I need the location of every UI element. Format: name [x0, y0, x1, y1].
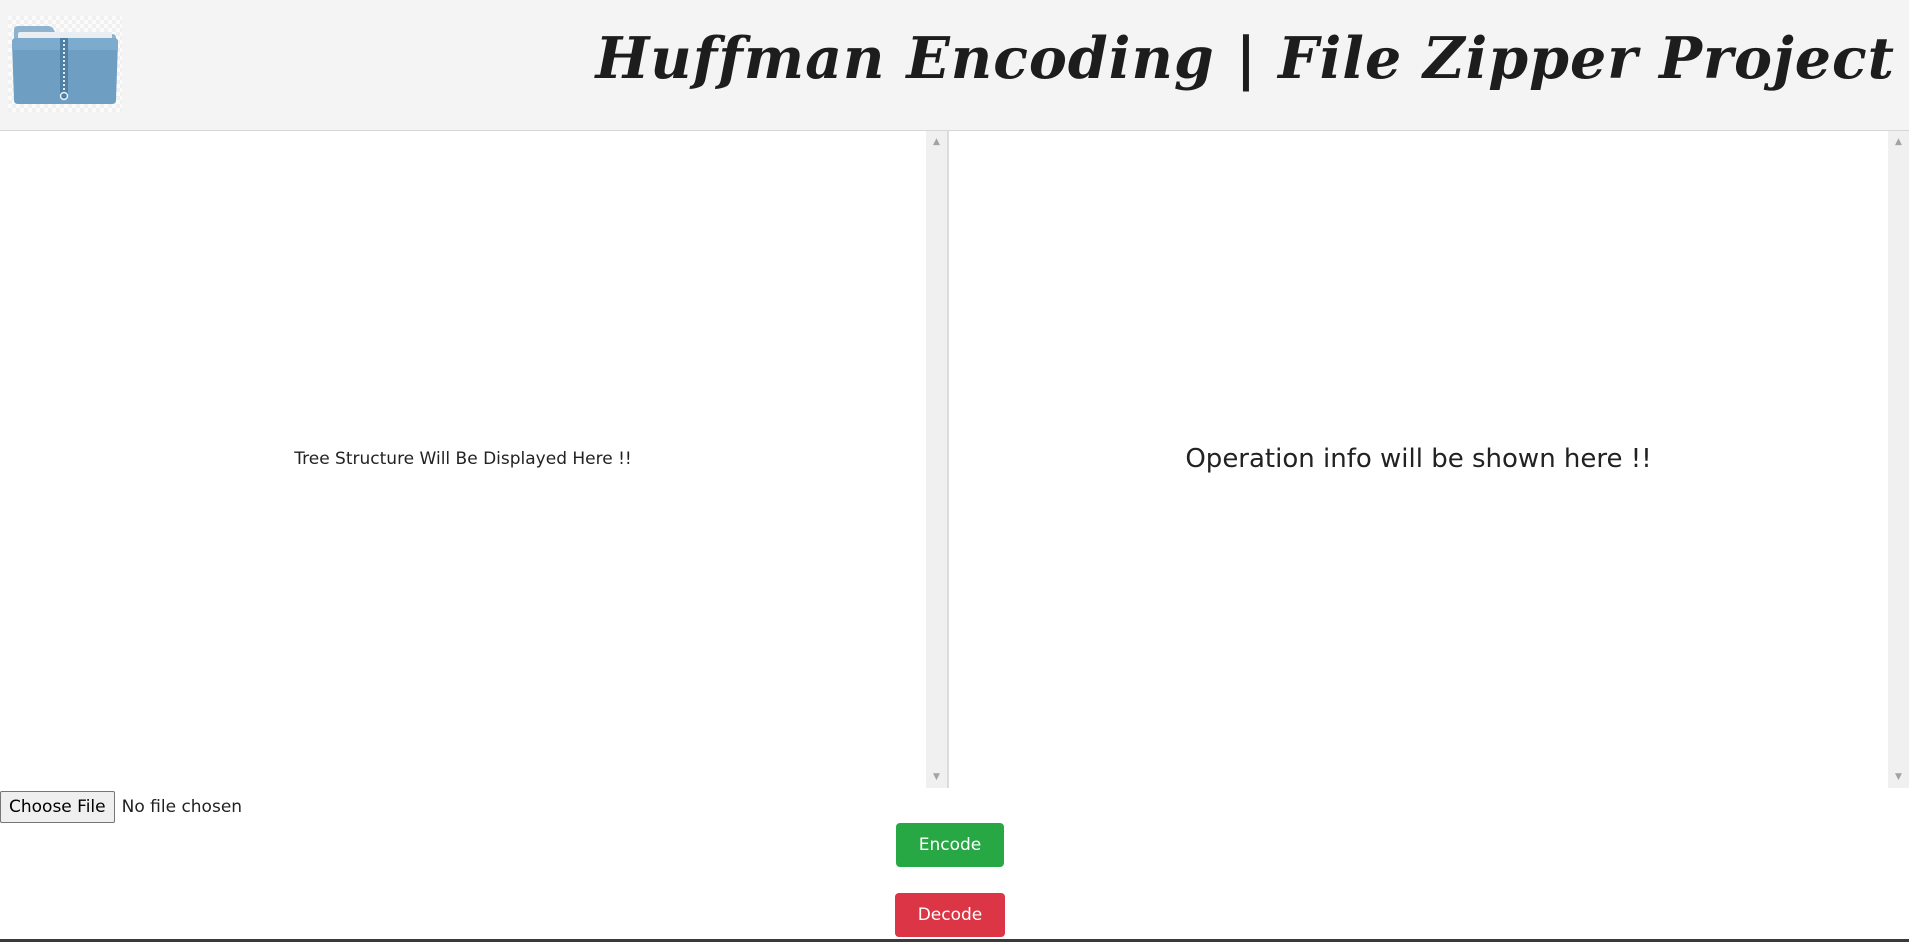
- scroll-down-arrow-icon[interactable]: ▼: [926, 770, 947, 784]
- encode-button[interactable]: Encode: [896, 823, 1004, 867]
- tree-structure-panel[interactable]: Tree Structure Will Be Displayed Here !!…: [0, 131, 949, 788]
- page-title: Huffman Encoding | File Zipper Project: [595, 25, 1895, 92]
- tree-placeholder-text: Tree Structure Will Be Displayed Here !!: [294, 449, 632, 469]
- operation-info-placeholder-text: Operation info will be shown here !!: [1185, 444, 1652, 474]
- file-status-text: No file chosen: [121, 797, 243, 817]
- zip-folder-icon: [8, 16, 122, 112]
- left-scrollbar[interactable]: ▲ ▼: [926, 131, 947, 788]
- scroll-up-arrow-icon[interactable]: ▲: [926, 135, 947, 149]
- scroll-down-arrow-icon[interactable]: ▼: [1888, 770, 1909, 784]
- choose-file-button[interactable]: Choose File: [0, 791, 115, 823]
- operation-info-panel[interactable]: Operation info will be shown here !! ▲ ▼: [949, 131, 1909, 788]
- right-scrollbar[interactable]: ▲ ▼: [1888, 131, 1909, 788]
- scroll-up-arrow-icon[interactable]: ▲: [1888, 135, 1909, 149]
- page-header: Huffman Encoding | File Zipper Project: [0, 0, 1909, 131]
- file-input[interactable]: Choose File No file chosen: [0, 790, 242, 824]
- decode-button[interactable]: Decode: [895, 893, 1005, 937]
